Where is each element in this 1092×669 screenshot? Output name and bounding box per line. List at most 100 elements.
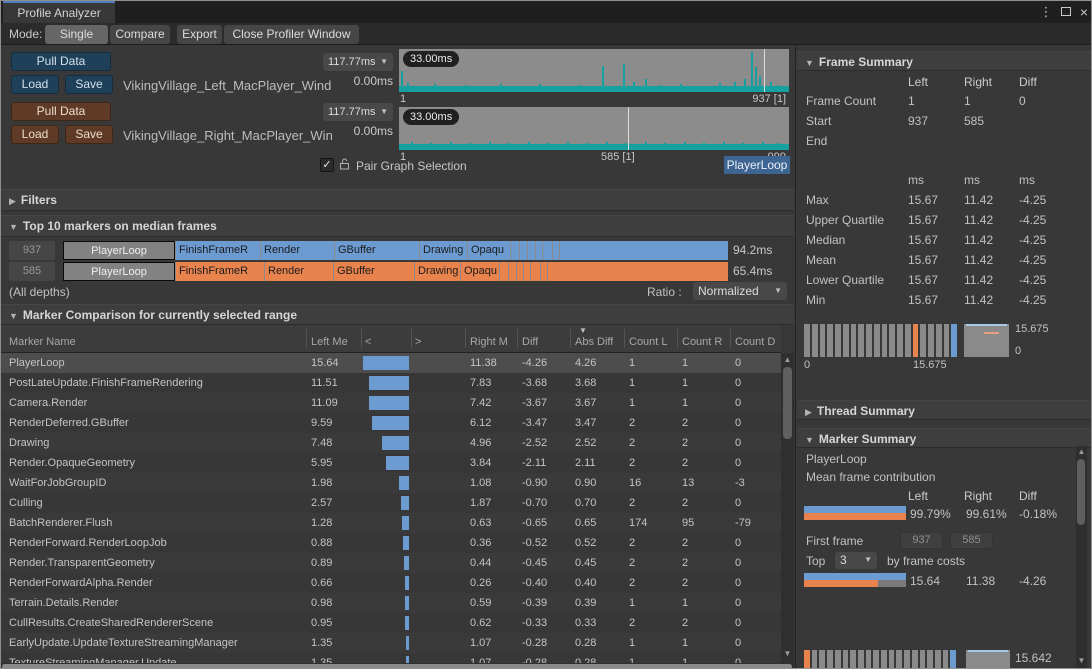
marker-segment[interactable]: Drawing: [420, 241, 467, 260]
scroll-up-icon[interactable]: ▲: [1076, 446, 1087, 458]
table-row[interactable]: EarlyUpdate.UpdateTextureStreamingManage…: [1, 633, 781, 653]
col-count-diff[interactable]: Count D: [735, 336, 779, 348]
table-vertical-scrollbar[interactable]: ▲ ▼: [781, 353, 794, 663]
table-row[interactable]: Terrain.Details.Render0.980.59-0.390.391…: [1, 593, 781, 613]
pair-graph-checkbox[interactable]: ✓: [320, 158, 334, 172]
marker-segment[interactable]: [511, 241, 519, 260]
pull-data-left-button[interactable]: Pull Data: [11, 52, 111, 71]
table-row[interactable]: BatchRenderer.Flush1.280.63-0.650.651749…: [1, 513, 781, 533]
table-row[interactable]: TextureStreamingManager.Update1.351.07-0…: [1, 653, 781, 663]
marker-segment[interactable]: Opaqu: [468, 241, 510, 260]
marker-segment[interactable]: [553, 241, 559, 260]
scroll-up-icon[interactable]: ▲: [781, 354, 794, 366]
col-count-left[interactable]: Count L: [629, 336, 675, 348]
table-row[interactable]: CullResults.CreateSharedRendererScene0.9…: [1, 613, 781, 633]
table-row[interactable]: RenderForwardAlpha.Render0.660.26-0.400.…: [1, 573, 781, 593]
marker-segment[interactable]: PlayerLoop: [63, 241, 175, 260]
marker-segment[interactable]: [520, 241, 527, 260]
scroll-down-icon[interactable]: ▼: [781, 648, 794, 660]
panel-scrollbar[interactable]: ▲ ▼: [1076, 446, 1087, 668]
table-row[interactable]: WaitForJobGroupID1.981.08-0.900.901613-3: [1, 473, 781, 493]
marker-segment[interactable]: [548, 262, 728, 281]
marker-segment[interactable]: [536, 241, 542, 260]
kebab-menu-icon[interactable]: ⋮: [1037, 3, 1055, 21]
marker-summary-header[interactable]: ▼Marker Summary: [797, 428, 1092, 448]
col-abs-diff[interactable]: Abs Diff: [575, 336, 613, 348]
col-left-median[interactable]: Left Me: [311, 336, 358, 348]
col-count-right[interactable]: Count R: [682, 336, 728, 348]
close-icon[interactable]: ×: [1075, 3, 1092, 21]
table-row[interactable]: RenderForward.RenderLoopJob0.880.36-0.52…: [1, 533, 781, 553]
table-row[interactable]: Drawing7.484.96-2.522.52220: [1, 433, 781, 453]
top-n-dropdown[interactable]: 3▼: [835, 552, 877, 569]
unlock-icon[interactable]: [338, 157, 351, 171]
marker-segment[interactable]: Drawing: [415, 262, 460, 281]
marker-segment[interactable]: [541, 262, 547, 281]
marker-segment[interactable]: GBuffer: [335, 241, 419, 260]
marker-segment[interactable]: [560, 241, 728, 260]
table-row[interactable]: PlayerLoop15.6411.38-4.264.26110: [1, 353, 781, 373]
frame-summary-header[interactable]: ▼Frame Summary: [797, 51, 1092, 71]
col-right-bar[interactable]: >: [415, 336, 421, 348]
pull-data-right-button[interactable]: Pull Data: [11, 102, 111, 121]
marker-segment[interactable]: [500, 262, 508, 281]
marker-segment[interactable]: PlayerLoop: [63, 262, 175, 281]
thread-summary-header[interactable]: ▶Thread Summary: [797, 400, 1092, 420]
table-row[interactable]: RenderDeferred.GBuffer9.596.12-3.473.472…: [1, 413, 781, 433]
load-right-button[interactable]: Load: [11, 125, 59, 144]
frame-time-graph-right[interactable]: 33.00ms: [399, 107, 789, 150]
marker-segment[interactable]: FinishFrameR: [176, 241, 260, 260]
right-range-dropdown[interactable]: 117.77ms▼: [323, 103, 393, 121]
marker-segment[interactable]: FinishFrameR: [176, 262, 264, 281]
scrollbar-thumb[interactable]: [2, 664, 792, 669]
marker-segment[interactable]: Render: [265, 262, 333, 281]
marker-segment[interactable]: Opaqu: [461, 262, 499, 281]
frame-number-right[interactable]: 585: [9, 262, 55, 281]
scrollbar-thumb[interactable]: [783, 367, 792, 439]
close-profiler-window-button[interactable]: Close Profiler Window: [224, 25, 359, 44]
col-right-median[interactable]: Right M: [470, 336, 515, 348]
marker-segment[interactable]: GBuffer: [334, 262, 414, 281]
marker-segment[interactable]: [543, 241, 552, 260]
top10-bar-left[interactable]: PlayerLoopFinishFrameRRenderGBufferDrawi…: [63, 241, 728, 260]
marker-segment[interactable]: [531, 262, 540, 281]
marker-summary-histogram[interactable]: [804, 650, 956, 669]
filters-section-header[interactable]: ▶Filters: [1, 189, 794, 211]
marker-segment[interactable]: [509, 262, 516, 281]
marker-segment[interactable]: [528, 241, 535, 260]
table-row[interactable]: Camera.Render11.097.42-3.673.67110: [1, 393, 781, 413]
table-horizontal-scrollbar[interactable]: [1, 663, 794, 669]
comparison-table-header[interactable]: Marker Name Left Me < > Right M Diff Abs…: [1, 325, 781, 353]
save-right-button[interactable]: Save: [65, 125, 113, 144]
marker-segment[interactable]: Render: [261, 241, 334, 260]
marker-segment[interactable]: [524, 262, 530, 281]
first-frame-right-button[interactable]: 585: [950, 532, 993, 549]
table-row[interactable]: Culling2.571.87-0.700.70220: [1, 493, 781, 513]
marker-summary-boxplot[interactable]: [966, 650, 1010, 669]
ratio-dropdown[interactable]: Normalized▼: [693, 282, 787, 300]
scrollbar-thumb[interactable]: [1077, 459, 1085, 525]
frame-summary-boxplot[interactable]: [964, 324, 1009, 357]
table-row[interactable]: PostLateUpdate.FinishFrameRendering11.51…: [1, 373, 781, 393]
first-frame-left-button[interactable]: 937: [900, 532, 943, 549]
mode-compare-button[interactable]: Compare: [110, 25, 170, 44]
col-diff[interactable]: Diff: [522, 336, 538, 348]
left-range-dropdown[interactable]: 117.77ms▼: [323, 53, 393, 71]
top10-bar-right[interactable]: PlayerLoopFinishFrameRRenderGBufferDrawi…: [63, 262, 728, 281]
mode-single-button[interactable]: Single: [45, 25, 108, 44]
table-row[interactable]: Render.OpaqueGeometry5.953.84-2.112.1122…: [1, 453, 781, 473]
table-row[interactable]: Render.TransparentGeometry0.890.44-0.450…: [1, 553, 781, 573]
selected-marker-chip[interactable]: PlayerLoop: [724, 156, 790, 174]
col-left-bar[interactable]: <: [365, 336, 371, 348]
marker-segment[interactable]: [517, 262, 523, 281]
frame-summary-histogram[interactable]: [804, 324, 957, 357]
frame-time-graph-left[interactable]: 33.00ms: [399, 49, 789, 92]
export-button[interactable]: Export: [177, 25, 222, 44]
top10-section-header[interactable]: ▼Top 10 markers on median frames: [1, 215, 794, 237]
load-left-button[interactable]: Load: [11, 75, 59, 94]
tab-profile-analyzer[interactable]: Profile Analyzer: [3, 1, 115, 23]
frame-number-left[interactable]: 937: [9, 241, 55, 260]
scroll-down-icon[interactable]: ▼: [1076, 655, 1087, 667]
comparison-section-header[interactable]: ▼Marker Comparison for currently selecte…: [1, 304, 794, 325]
col-marker-name[interactable]: Marker Name: [9, 336, 76, 348]
